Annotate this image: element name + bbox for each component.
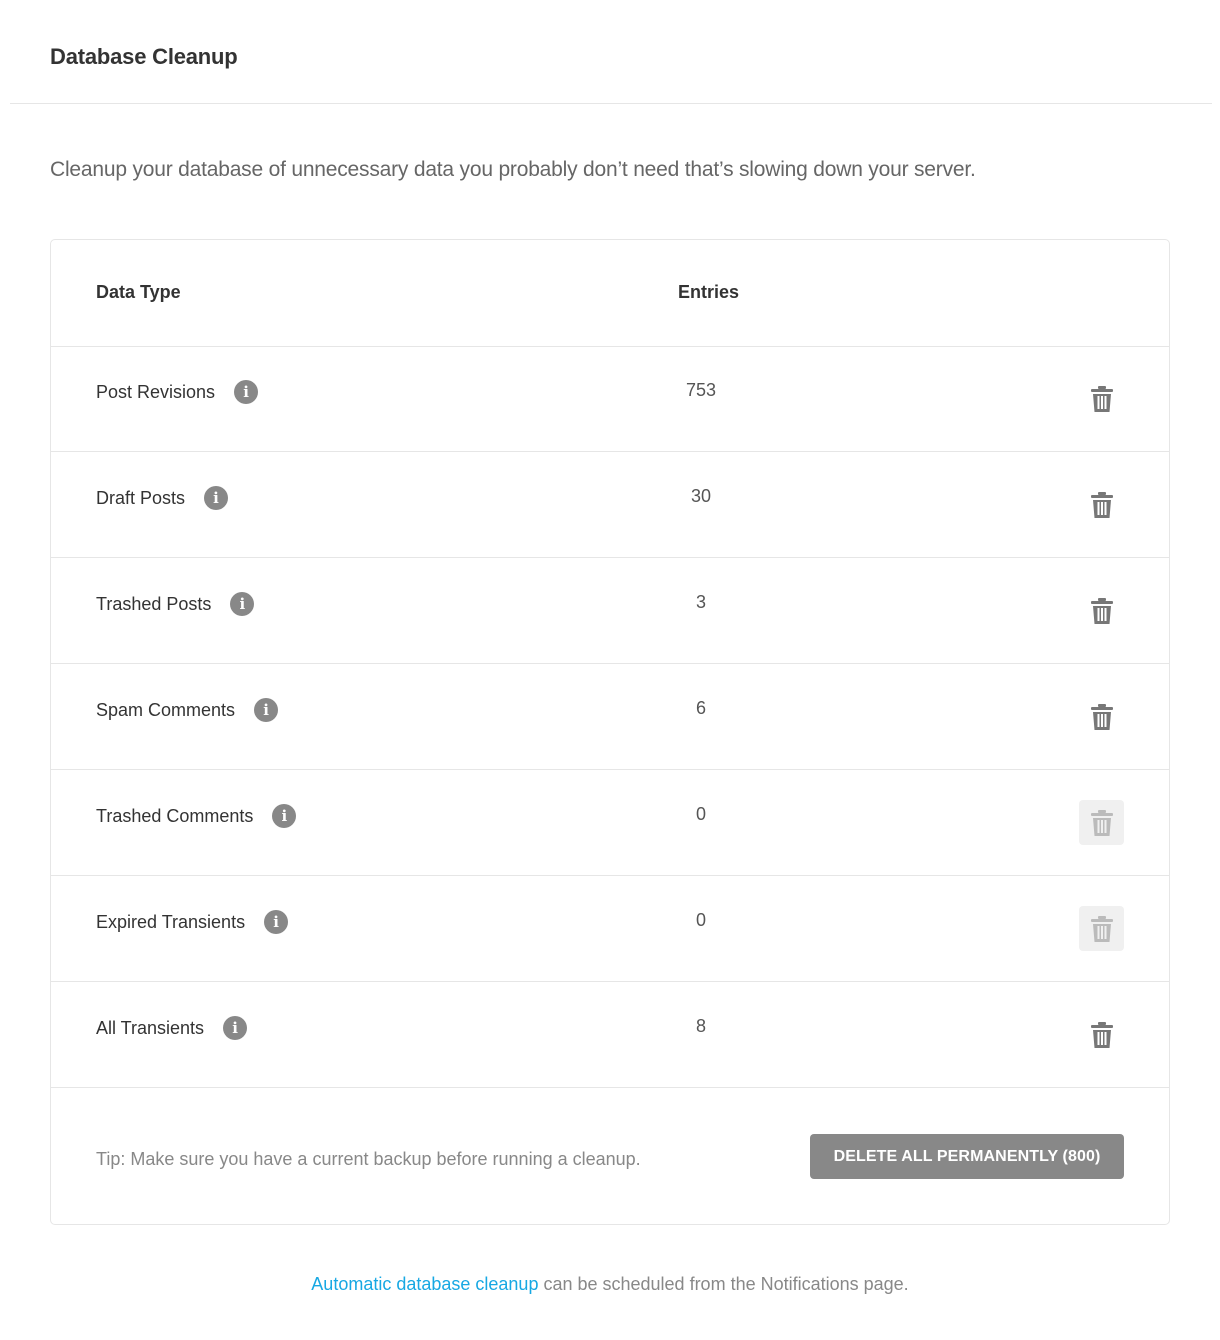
row-entries-count: 30 — [690, 486, 712, 506]
row-label: All Transients — [96, 1017, 205, 1038]
page-description: Cleanup your database of unnecessary dat… — [50, 158, 976, 181]
table-row: Trashed Posts i 3 — [51, 558, 1169, 664]
info-icon[interactable]: i — [264, 910, 289, 934]
row-label: Trashed Posts — [96, 593, 212, 614]
table-header: Data Type Entries — [51, 240, 1169, 347]
row-entries-count: 6 — [695, 698, 706, 718]
trash-icon — [1090, 491, 1113, 518]
table-row: Spam Comments i 6 — [51, 664, 1169, 770]
trash-icon — [1090, 915, 1113, 942]
delete-row-button-disabled — [1079, 800, 1124, 845]
delete-row-button[interactable] — [1079, 1012, 1124, 1057]
delete-row-button[interactable] — [1079, 482, 1124, 527]
trash-icon — [1090, 809, 1113, 836]
row-label: Draft Posts — [96, 487, 186, 508]
page-header: Database Cleanup — [10, 0, 1212, 104]
delete-all-button[interactable]: DELETE ALL PERMANENTLY (800) — [810, 1134, 1124, 1179]
table-row: All Transients i 8 — [51, 982, 1169, 1088]
column-header-entries: Entries — [678, 282, 740, 302]
automatic-cleanup-link[interactable]: Automatic database cleanup — [311, 1274, 538, 1294]
info-icon[interactable]: i — [234, 380, 259, 404]
delete-row-button-disabled — [1079, 906, 1124, 951]
row-entries-count: 753 — [685, 380, 717, 400]
backup-tip: Tip: Make sure you have a current backup… — [96, 1149, 641, 1169]
column-header-data-type: Data Type — [96, 282, 181, 302]
trash-icon — [1090, 703, 1113, 730]
info-icon[interactable]: i — [254, 698, 279, 722]
cleanup-table-card: Data Type Entries Post Revisions i 753 D… — [50, 239, 1170, 1225]
row-label: Expired Transients — [96, 911, 246, 932]
row-entries-count: 3 — [695, 592, 706, 612]
table-row: Draft Posts i 30 — [51, 452, 1169, 558]
bottom-note-text: can be scheduled from the Notifications … — [538, 1274, 909, 1294]
table-row: Post Revisions i 753 — [51, 346, 1169, 452]
row-label: Post Revisions — [96, 381, 216, 402]
info-icon[interactable]: i — [272, 804, 297, 828]
row-entries-count: 0 — [695, 804, 706, 824]
delete-row-button[interactable] — [1079, 376, 1124, 421]
delete-row-button[interactable] — [1079, 694, 1124, 739]
trash-icon — [1090, 597, 1113, 624]
trash-icon — [1090, 1021, 1113, 1048]
info-icon[interactable]: i — [230, 592, 255, 616]
info-icon[interactable]: i — [223, 1016, 248, 1040]
trash-icon — [1090, 385, 1113, 412]
delete-row-button[interactable] — [1079, 588, 1124, 633]
table-row: Expired Transients i 0 — [51, 876, 1169, 982]
bottom-note: Automatic database cleanup can be schedu… — [0, 1274, 1220, 1295]
table-row: Trashed Comments i 0 — [51, 770, 1169, 876]
row-entries-count: 8 — [695, 1016, 706, 1036]
row-entries-count: 0 — [695, 910, 706, 930]
page-title: Database Cleanup — [50, 44, 238, 69]
row-label: Trashed Comments — [96, 805, 254, 826]
row-label: Spam Comments — [96, 699, 236, 720]
table-footer: Tip: Make sure you have a current backup… — [51, 1089, 1169, 1224]
info-icon[interactable]: i — [204, 486, 229, 510]
